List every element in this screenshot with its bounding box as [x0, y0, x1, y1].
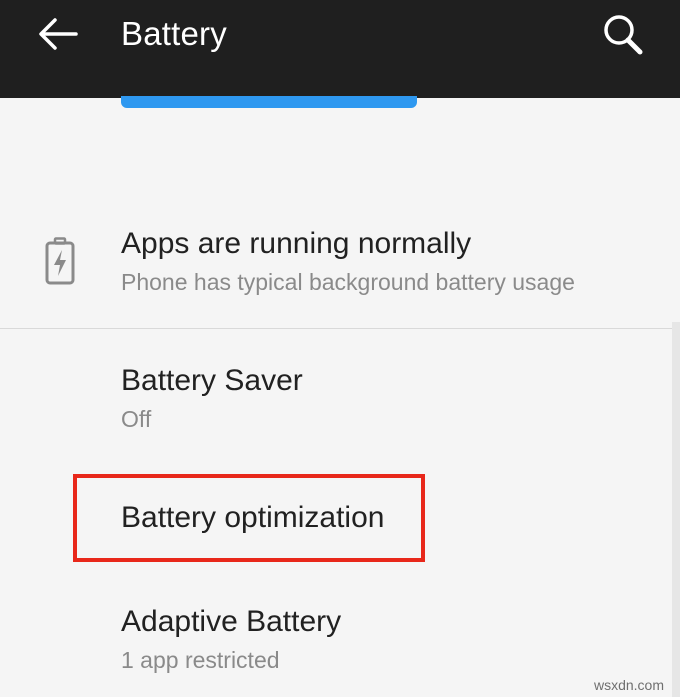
status-title: Apps are running normally [121, 227, 472, 260]
divider [0, 328, 680, 329]
battery-charging-icon [44, 237, 76, 285]
back-button[interactable] [28, 8, 88, 60]
battery-level-bar [121, 96, 417, 108]
search-icon [604, 15, 643, 55]
battery-saver-title: Battery Saver [121, 364, 303, 397]
battery-saver-item[interactable]: Battery Saver Off [0, 355, 672, 441]
adaptive-battery-title: Adaptive Battery [121, 605, 342, 638]
battery-settings-screen: Battery Apps are running normally Phone … [0, 0, 680, 697]
page-title: Battery [121, 15, 227, 52]
app-bar: Battery [0, 0, 680, 98]
highlight-box [73, 474, 425, 562]
arrow-left-icon [39, 18, 78, 50]
adaptive-battery-status: 1 app restricted [121, 647, 280, 673]
watermark: wsxdn.com [593, 677, 664, 693]
battery-status-item[interactable]: Apps are running normally Phone has typi… [0, 220, 680, 326]
scrollbar[interactable] [672, 322, 680, 697]
status-subtitle: Phone has typical background battery usa… [121, 269, 575, 295]
adaptive-battery-item[interactable]: Adaptive Battery 1 app restricted [0, 596, 672, 682]
search-button[interactable] [596, 6, 652, 62]
battery-saver-status: Off [121, 406, 152, 432]
